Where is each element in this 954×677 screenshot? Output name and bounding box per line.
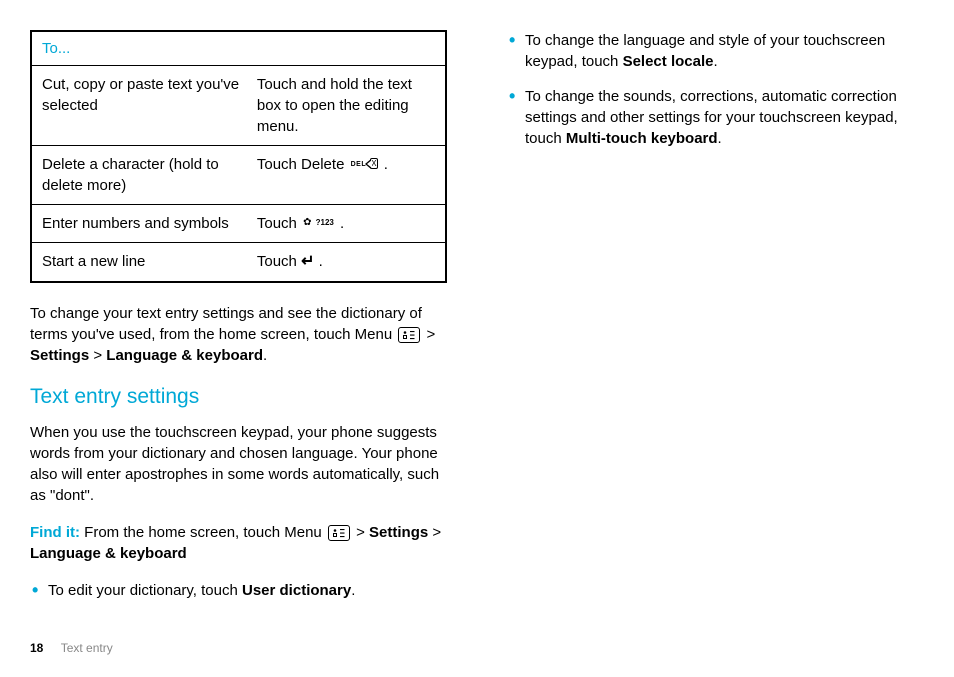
bullet-list: To edit your dictionary, touch User dict… — [30, 580, 447, 601]
text: . — [263, 347, 267, 364]
enter-icon: ↵ — [301, 253, 314, 270]
description-paragraph: When you use the touchscreen keypad, you… — [30, 422, 447, 506]
table-instruction: Touch and hold the text box to open the … — [257, 74, 435, 137]
bold-text: User dictionary — [242, 582, 351, 599]
bold-text: Multi-touch keyboard — [566, 130, 718, 147]
table-action: Start a new line — [42, 251, 257, 273]
find-it-paragraph: Find it: From the home screen, touch Men… — [30, 522, 447, 564]
table-action: Enter numbers and symbols — [42, 213, 257, 234]
bold-text: Language & keyboard — [30, 545, 187, 562]
settings-paragraph: To change your text entry settings and s… — [30, 303, 447, 366]
section-heading: Text entry settings — [30, 382, 447, 411]
text: From the home screen, touch Menu — [84, 524, 326, 541]
text: . — [384, 156, 388, 173]
table-header: To... — [32, 32, 445, 66]
text: . — [351, 582, 355, 599]
gear-icon: ✿ — [303, 217, 311, 228]
delete-icon: DEL X — [351, 153, 382, 170]
bold-text: Language & keyboard — [106, 347, 263, 364]
delete-icon-box: X — [370, 158, 377, 169]
delete-icon-label: DEL — [351, 161, 367, 168]
list-item: To edit your dictionary, touch User dict… — [30, 580, 447, 601]
menu-icon — [328, 525, 350, 541]
list-item: To change the language and style of your… — [507, 30, 924, 72]
text: . — [340, 215, 344, 232]
text: > — [432, 524, 441, 541]
text: . — [718, 130, 722, 147]
text: To change your text entry settings and s… — [30, 305, 422, 343]
table-instruction: Touch ↵ . — [257, 251, 435, 273]
table-row: Start a new line Touch ↵ . — [32, 243, 445, 281]
text: > — [427, 326, 436, 343]
instructions-table: To... Cut, copy or paste text you've sel… — [30, 30, 447, 283]
bold-text: Select locale — [623, 53, 714, 70]
list-item: To change the sounds, corrections, autom… — [507, 86, 924, 149]
table-action: Cut, copy or paste text you've selected — [42, 74, 257, 137]
menu-icon — [398, 327, 420, 343]
table-row: Cut, copy or paste text you've selected … — [32, 66, 445, 146]
page-section-name: Text entry — [61, 641, 113, 655]
text: > — [93, 347, 106, 364]
bold-text: Settings — [30, 347, 89, 364]
table-action: Delete a character (hold to delete more) — [42, 154, 257, 196]
text: Touch Delete — [257, 156, 349, 173]
page-footer: 18 Text entry — [30, 640, 113, 657]
text: > — [356, 524, 369, 541]
symbols-icon: ✿ ?123 — [303, 212, 338, 229]
text: Touch — [257, 215, 301, 232]
bold-text: Settings — [369, 524, 428, 541]
find-it-label: Find it: — [30, 524, 80, 541]
symbols-icon-label: ?123 — [316, 218, 334, 227]
text: To edit your dictionary, touch — [48, 582, 242, 599]
left-column: To... Cut, copy or paste text you've sel… — [30, 30, 447, 657]
text: Touch — [257, 253, 301, 270]
table-instruction: Touch Delete DEL X . — [257, 154, 435, 196]
table-instruction: Touch ✿ ?123 . — [257, 213, 435, 234]
right-column: To change the language and style of your… — [507, 30, 924, 657]
text: . — [319, 253, 323, 270]
table-row: Delete a character (hold to delete more)… — [32, 146, 445, 205]
text: . — [713, 53, 717, 70]
page-number: 18 — [30, 641, 43, 655]
table-row: Enter numbers and symbols Touch ✿ ?123 . — [32, 205, 445, 243]
bullet-list: To change the language and style of your… — [507, 30, 924, 149]
